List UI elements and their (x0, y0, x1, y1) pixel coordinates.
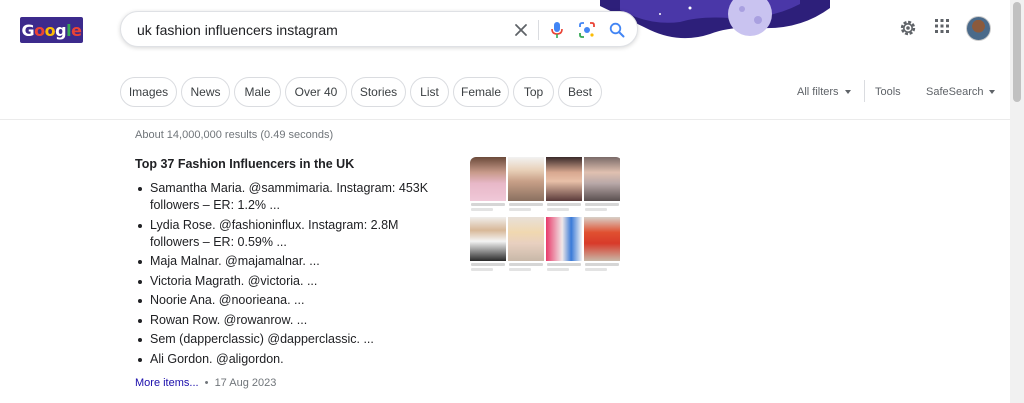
google-logo[interactable]: Google (20, 17, 83, 43)
thumbnail-image (470, 217, 506, 272)
header: Google (0, 0, 1010, 62)
all-filters-label: All filters (797, 86, 839, 98)
logo-letter: g (55, 20, 67, 40)
search-input[interactable] (137, 19, 507, 41)
microphone-icon[interactable] (547, 20, 567, 40)
all-filters-button[interactable]: All filters (797, 86, 851, 98)
chip-images[interactable]: Images (120, 77, 177, 107)
thumbnail-image (508, 217, 544, 272)
search-icon[interactable] (607, 20, 627, 40)
thumbnail-image (508, 157, 544, 212)
separator: • (204, 377, 209, 389)
thumbnail-image (546, 157, 582, 212)
chip-stories[interactable]: Stories (351, 77, 406, 107)
scrollbar-thumb[interactable] (1013, 2, 1021, 102)
search-divider (538, 20, 539, 40)
thumbnail-image (470, 157, 506, 212)
safesearch-label: SafeSearch (926, 86, 984, 98)
chip-news[interactable]: News (181, 77, 230, 107)
chip-over-40[interactable]: Over 40 (285, 77, 347, 107)
more-items-row: More items... • 17 Aug 2023 (135, 377, 276, 389)
result-date: 17 Aug 2023 (214, 377, 277, 389)
logo-letter: e (71, 20, 82, 40)
result-thumbnail-grid[interactable] (470, 157, 622, 274)
logo-letter: G (21, 20, 35, 40)
result-stats: About 14,000,000 results (0.49 seconds) (135, 129, 334, 141)
tools-button[interactable]: Tools (875, 86, 901, 98)
list-item: Samantha Maria. @sammimaria. Instagram: … (135, 180, 450, 214)
thumbnail-image (584, 217, 620, 272)
safesearch-button[interactable]: SafeSearch (926, 86, 996, 98)
featured-snippet-list: Samantha Maria. @sammimaria. Instagram: … (135, 180, 450, 370)
thumbnail-image (546, 217, 582, 272)
logo-letter: o (34, 20, 45, 40)
chip-female[interactable]: Female (453, 77, 509, 107)
user-avatar[interactable] (966, 16, 991, 41)
page-scrollbar[interactable] (1010, 0, 1024, 403)
chip-best[interactable]: Best (558, 77, 602, 107)
header-divider (0, 119, 1010, 120)
list-item: Rowan Row. @rowanrow. ... (135, 312, 450, 329)
close-icon[interactable] (511, 20, 531, 40)
list-item: Noorie Ana. @noorieana. ... (135, 292, 450, 309)
lens-icon[interactable] (577, 20, 597, 40)
chip-list[interactable]: List (410, 77, 449, 107)
logo-letter: o (44, 20, 56, 40)
chip-top[interactable]: Top (513, 77, 554, 107)
chevron-down-icon (989, 90, 996, 94)
list-item: Victoria Magrath. @victoria. ... (135, 273, 450, 290)
apps-grid-icon[interactable] (934, 18, 950, 39)
featured-snippet-title[interactable]: Top 37 Fashion Influencers in the UK (135, 157, 354, 171)
list-item: Ali Gordon. @aligordon. (135, 351, 450, 368)
chevron-down-icon (844, 90, 851, 94)
gear-icon[interactable] (898, 18, 918, 43)
chip-male[interactable]: Male (234, 77, 281, 107)
list-item: Maja Malnar. @majamalnar. ... (135, 253, 450, 270)
list-item: Sem (dapperclassic) @dapperclassic. ... (135, 331, 450, 348)
more-items-link[interactable]: More items... (135, 377, 199, 389)
filter-divider (864, 80, 865, 102)
search-box[interactable] (120, 11, 638, 47)
list-item: Lydia Rose. @fashioninflux. Instagram: 2… (135, 217, 450, 251)
thumbnail-image (584, 157, 620, 212)
tools-label: Tools (875, 86, 901, 98)
